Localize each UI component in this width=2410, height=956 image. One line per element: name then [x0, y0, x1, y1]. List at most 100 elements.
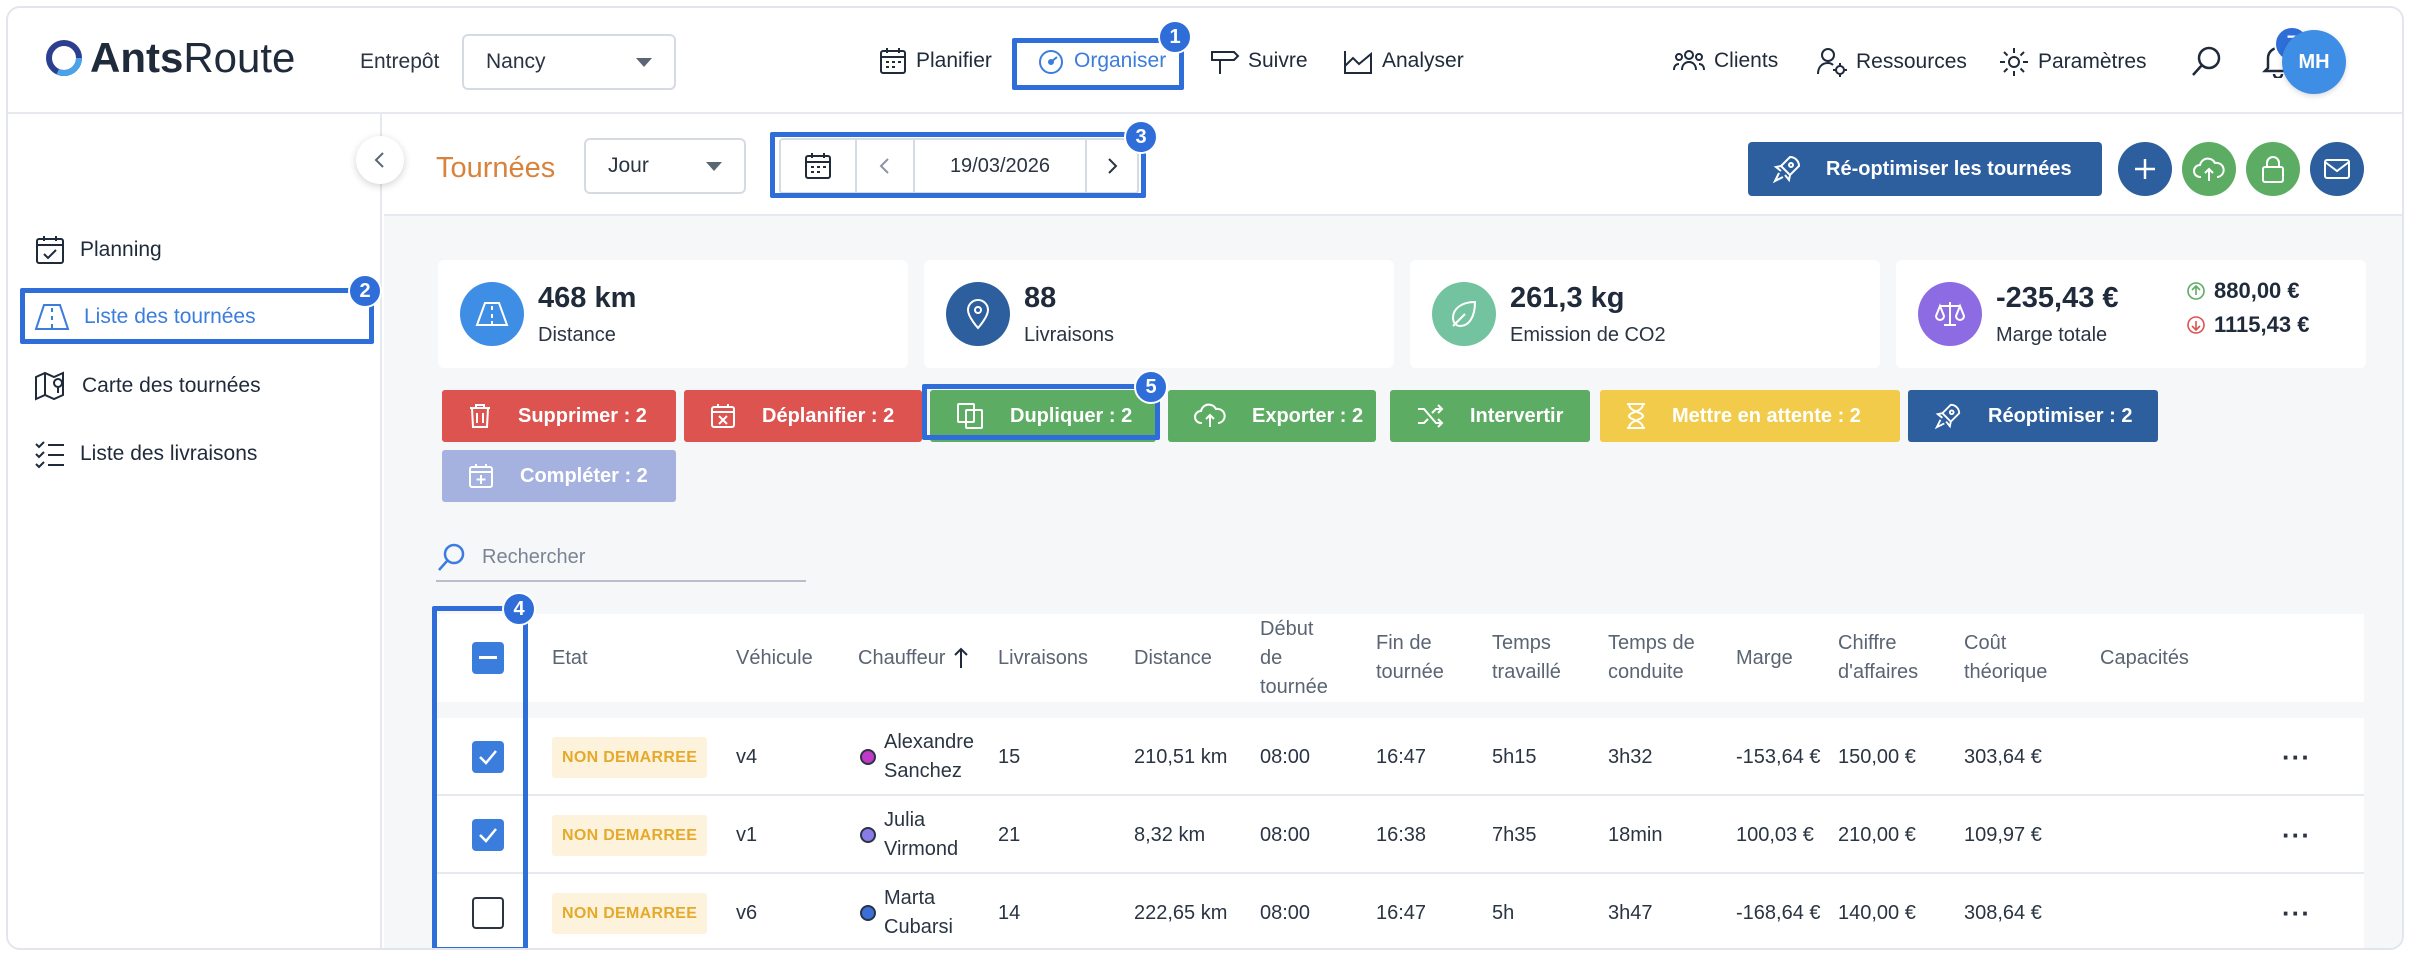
header-work-l2: travaillé [1492, 661, 1561, 683]
duplicate-button[interactable]: Dupliquer : 2 [930, 390, 1156, 442]
reoptimize-tours-label: Ré-optimiser les tournées [1826, 157, 2072, 180]
checkbox-indeterminate[interactable] [472, 642, 504, 674]
row-menu-button[interactable]: ··· [2282, 718, 2311, 796]
header-cost[interactable]: Coût théorique [1964, 614, 2047, 702]
select-all-checkbox[interactable] [472, 614, 504, 702]
table-header: Etat Véhicule Chauffeur Livraisons Dista… [436, 614, 2364, 702]
nav-parametres[interactable]: Paramètres [1998, 46, 2147, 78]
cell-driver: Marta Cubarsi [860, 874, 953, 948]
table-row[interactable]: NON DEMARREE v6 Marta Cubarsi 14 222,65 k… [436, 874, 2364, 948]
export-button-label: Exporter : 2 [1252, 404, 1364, 427]
header-capacities[interactable]: Capacités [2100, 614, 2189, 702]
cell-end: 16:38 [1376, 823, 1427, 846]
kpi-co2-card: 261,3 kg Emission de CO2 [1410, 260, 1880, 368]
complete-button-label: Compléter : 2 [520, 464, 648, 487]
header-margin[interactable]: Marge [1736, 614, 1793, 702]
logo-icon [46, 40, 82, 76]
table-row[interactable]: NON DEMARREE v4 Alexandre Sanchez 15 210,… [436, 718, 2364, 796]
complete-button[interactable]: Compléter : 2 [442, 450, 676, 502]
check-icon [479, 828, 497, 843]
search-icon [2192, 46, 2221, 76]
nav-suivre[interactable]: Suivre [1208, 46, 1308, 76]
reoptimize-button[interactable]: Réoptimiser : 2 [1908, 390, 2158, 442]
avatar[interactable]: MH [2282, 30, 2346, 94]
annotation-badge-5: 5 [1134, 370, 1168, 404]
leaf-icon [1432, 282, 1496, 346]
row-checkbox[interactable] [472, 819, 504, 851]
period-select[interactable]: Jour [584, 138, 746, 194]
header-deliveries[interactable]: Livraisons [998, 614, 1088, 702]
logo-text-bold: Ants [90, 34, 184, 81]
search-button[interactable] [2190, 44, 2224, 83]
sidebar-item-liste-livraisons[interactable]: Liste des livraisons [34, 438, 257, 470]
header-revenue[interactable]: Chiffre d'affaires [1838, 614, 1918, 702]
header-work-time[interactable]: Temps travaillé [1492, 614, 1561, 702]
previous-day-button[interactable] [857, 140, 915, 192]
warehouse-select[interactable]: Nancy [462, 34, 676, 90]
reoptimize-tours-button[interactable]: Ré-optimiser les tournées [1748, 142, 2102, 196]
sidebar-item-planning[interactable]: Planning [34, 234, 162, 266]
nav-ressources[interactable]: Ressources [1816, 46, 1967, 78]
chevron-down-icon [636, 58, 652, 67]
unplan-button[interactable]: Déplanifier : 2 [684, 390, 922, 442]
header-state[interactable]: Etat [552, 614, 588, 702]
header-end[interactable]: Fin de tournée [1376, 614, 1444, 702]
antsroute-logo[interactable]: Ants Route [44, 34, 295, 82]
table-row[interactable]: NON DEMARREE v1 Julia Virmond 21 8,32 km … [436, 796, 2364, 874]
add-tour-button[interactable] [2118, 142, 2172, 196]
header-start[interactable]: Début de tournée [1260, 614, 1328, 702]
gear-icon [2000, 48, 2028, 76]
header-end-l1: Fin de [1376, 632, 1432, 654]
header-distance[interactable]: Distance [1134, 614, 1212, 702]
row-checkbox[interactable] [472, 897, 504, 929]
nav-analyser-label: Analyser [1382, 49, 1464, 72]
speedometer-icon [1039, 50, 1063, 74]
current-date[interactable]: 19/03/2026 [915, 140, 1087, 192]
cell-revenue: 150,00 € [1838, 745, 1916, 768]
cell-cost: 308,64 € [1964, 901, 2042, 924]
nav-analyser[interactable]: Analyser [1342, 46, 1464, 76]
header-work-l1: Temps [1492, 632, 1551, 654]
calendar-x-icon [711, 404, 735, 428]
shuffle-icon [1418, 404, 1444, 428]
header-driver[interactable]: Chauffeur [858, 614, 969, 702]
row-menu-button[interactable]: ··· [2282, 874, 2311, 948]
unplan-button-label: Déplanifier : 2 [762, 404, 895, 427]
search-input[interactable] [482, 545, 782, 569]
cell-margin: 100,03 € [1736, 823, 1814, 846]
nav-organiser[interactable]: Organiser [1036, 46, 1166, 76]
check-icon [479, 750, 497, 765]
upload-cloud-button[interactable] [2182, 142, 2236, 196]
email-button[interactable] [2310, 142, 2364, 196]
annotation-badge-1: 1 [1158, 20, 1192, 54]
nav-planifier[interactable]: Planifier [878, 46, 992, 76]
kpi-distance-value: 468 km [538, 282, 637, 314]
delete-button[interactable]: Supprimer : 2 [442, 390, 676, 442]
sidebar-item-liste-tournees[interactable]: Liste des tournées [34, 302, 256, 332]
sidebar-item-carte-tournees[interactable]: Carte des tournées [34, 370, 261, 402]
top-bar: Ants Route Entrepôt Nancy Planifier Organ… [8, 8, 2402, 114]
nav-clients[interactable]: Clients [1672, 46, 1778, 76]
export-button[interactable]: Exporter : 2 [1168, 390, 1376, 442]
header-vehicle[interactable]: Véhicule [736, 614, 813, 702]
search-icon [438, 543, 465, 571]
row-menu-button[interactable]: ··· [2282, 796, 2311, 874]
sidebar-item-label: Liste des livraisons [80, 442, 258, 465]
chevron-left-icon [374, 152, 384, 168]
hold-button[interactable]: Mettre en attente : 2 [1600, 390, 1900, 442]
kpi-margin-label: Marge totale [1996, 324, 2108, 346]
date-picker-button[interactable] [781, 140, 857, 192]
header-drive-time[interactable]: Temps de conduite [1608, 614, 1695, 702]
cell-start: 08:00 [1260, 823, 1311, 846]
driver-color-dot [860, 749, 876, 765]
lock-button[interactable] [2246, 142, 2300, 196]
scale-icon [1918, 282, 1982, 346]
logo-text-regular: Route [183, 34, 296, 81]
collapse-sidebar-button[interactable] [356, 136, 404, 184]
row-checkbox[interactable] [472, 741, 504, 773]
swap-button[interactable]: Intervertir [1390, 390, 1590, 442]
copy-icon [957, 403, 983, 429]
kpi-deliveries-label: Livraisons [1024, 324, 1115, 346]
arrow-up-icon [954, 647, 969, 668]
rocket-icon [1934, 403, 1961, 430]
